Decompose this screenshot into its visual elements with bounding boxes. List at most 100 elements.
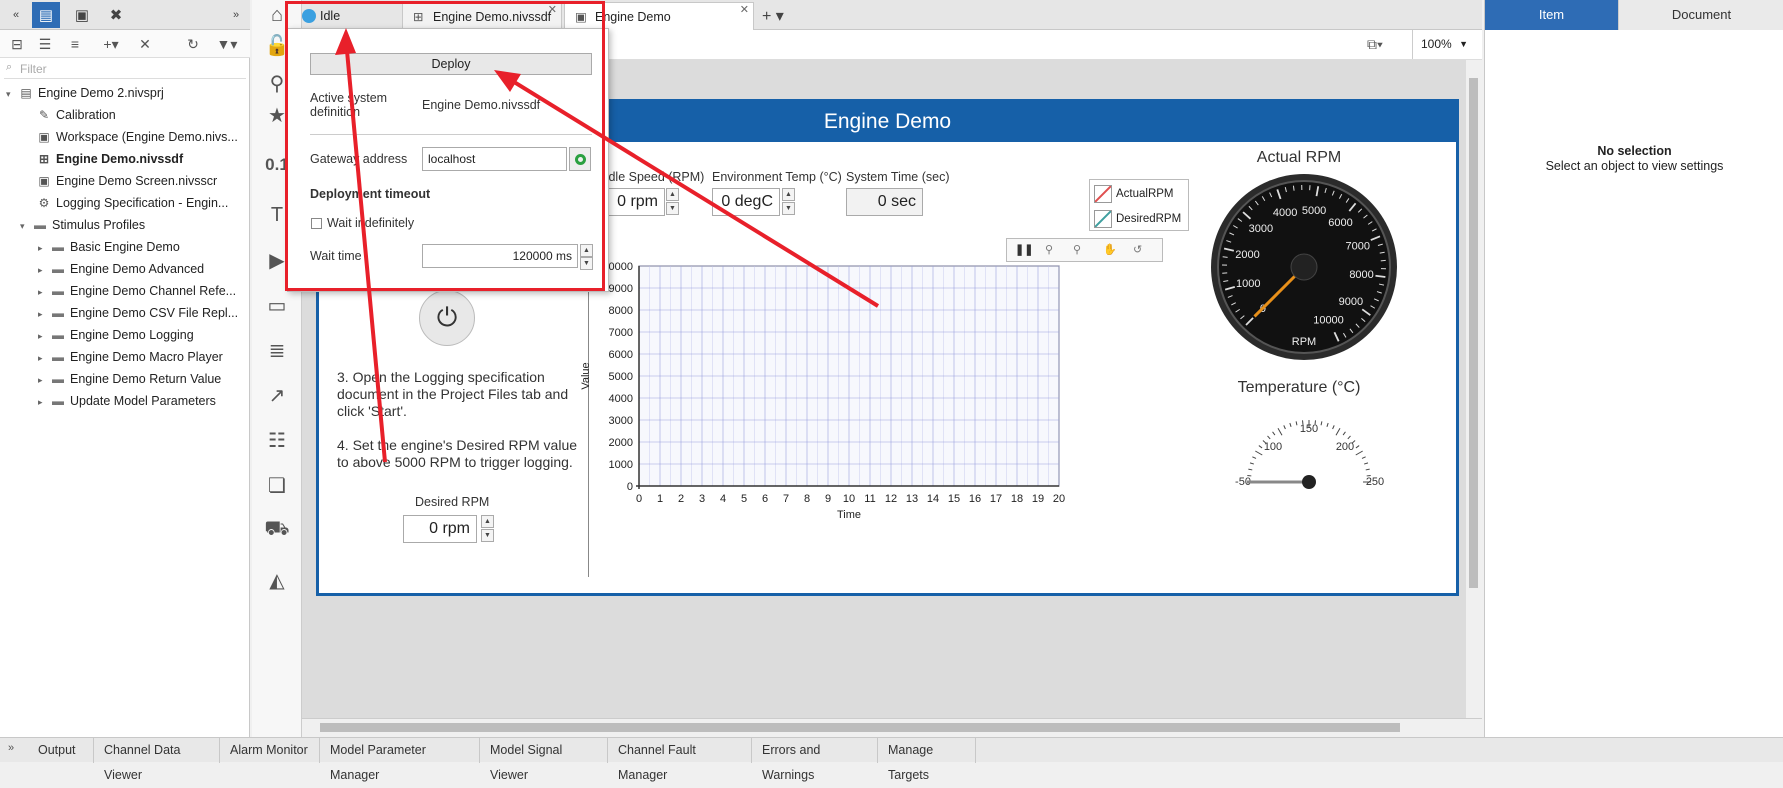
zoom-xy-icon[interactable]: ⚲ (1073, 243, 1081, 256)
tree-item[interactable]: ▸▬Engine Demo Channel Refe... (38, 280, 236, 302)
temp-tick (1296, 421, 1297, 425)
expander-icon[interactable]: ▾ (20, 215, 32, 237)
bottom-tab[interactable]: Output (28, 738, 94, 763)
layout-dropdown-icon[interactable]: ⧉▾ (1367, 36, 1383, 53)
container-control-icon[interactable]: ❏ (260, 470, 294, 500)
tree-item[interactable]: ▸▬Engine Demo Logging (38, 324, 194, 346)
tree-item[interactable]: ▸▬ Engine Demo CSV File Repl... (38, 302, 238, 324)
bottom-tab[interactable]: Errors and Warnings (752, 738, 878, 763)
expander-icon[interactable]: ▸ (38, 391, 50, 413)
bottom-tab[interactable]: Channel Data Viewer (94, 738, 220, 763)
tree-item[interactable]: ▸▬Engine Demo Advanced (38, 258, 204, 280)
bottom-tab[interactable]: Channel Fault Manager (608, 738, 752, 763)
horizontal-scroll-thumb[interactable] (320, 723, 1400, 732)
tab-item[interactable]: Item (1485, 0, 1618, 30)
pan-icon[interactable]: ✋ (1103, 243, 1117, 256)
tree-item-label: Basic Engine Demo (70, 240, 180, 254)
idle-speed-input[interactable]: 0 rpm (603, 188, 665, 216)
list-view-icon[interactable]: ☰ (34, 34, 56, 54)
x-tick-label: 9 (825, 493, 831, 505)
save-icon[interactable]: ⊟ (6, 34, 28, 54)
shapes-control-icon[interactable]: ◭ (260, 565, 294, 595)
bottom-tab[interactable]: Manage Targets (878, 738, 976, 763)
desired-rpm-up[interactable]: ▲ (481, 515, 494, 528)
expander-icon[interactable]: ▸ (38, 281, 50, 303)
idle-speed-up[interactable]: ▲ (666, 188, 679, 201)
rpm-chart: 0123456789101112131415161718192001000200… (569, 262, 1099, 552)
bottom-tab[interactable]: Alarm Monitor (220, 738, 320, 763)
add-dropdown-icon[interactable]: +▾ (96, 34, 126, 54)
env-temp-label: Environment Temp (°C) (712, 170, 842, 184)
desired-rpm-input[interactable]: 0 rpm (403, 515, 477, 543)
delete-icon[interactable]: ✕ (134, 34, 156, 54)
project-files-tab-icon[interactable]: ▤ (32, 2, 60, 28)
horizontal-scrollbar[interactable] (302, 718, 1482, 735)
env-temp-input[interactable]: 0 degC (712, 188, 780, 216)
bottom-tab[interactable]: Model Parameter Manager (320, 738, 480, 763)
list-options-icon[interactable]: ≡ (64, 34, 86, 54)
tools-tab-icon[interactable]: ✖ (102, 2, 130, 28)
x-tick-label: 20 (1053, 493, 1065, 505)
tree-item[interactable]: ▸▬Engine Demo Macro Player (38, 346, 223, 368)
gauge-tick-label: 8000 (1349, 269, 1373, 281)
x-tick-label: 6 (762, 493, 768, 505)
temp-tick (1366, 469, 1370, 470)
search-icon: ⌕ (6, 61, 12, 74)
tree-item[interactable]: ▣Workspace (Engine Demo.nivs... (24, 126, 238, 148)
zoom-select[interactable]: 100%▼ (1412, 30, 1472, 59)
env-temp-down[interactable]: ▼ (782, 202, 795, 215)
tab-document[interactable]: Document (1618, 0, 1783, 30)
power-button[interactable]: ⏻ (419, 290, 475, 346)
tree-item[interactable]: ▸▬Basic Engine Demo (38, 236, 180, 258)
x-tick-label: 5 (741, 493, 747, 505)
bottom-tab[interactable]: Model Signal Viewer (480, 738, 608, 763)
idle-speed-down[interactable]: ▼ (666, 202, 679, 215)
text-edit-control-icon[interactable]: ≣ (260, 335, 294, 365)
zoom-icon[interactable]: ⚲ (1045, 243, 1053, 256)
x-axis-label: Time (837, 509, 861, 521)
collapse-panel-icon[interactable]: « (2, 2, 30, 28)
pause-icon[interactable]: ❚❚ (1015, 243, 1033, 256)
expand-bottom-icon[interactable]: » (8, 742, 14, 754)
tree-item[interactable]: ⊞Engine Demo.nivssdf (24, 148, 183, 170)
expand-panel-icon[interactable]: » (222, 2, 250, 28)
reset-icon[interactable]: ↺ (1133, 243, 1142, 256)
expander-icon[interactable]: ▸ (38, 347, 50, 369)
tree-item[interactable]: ✎Calibration (24, 104, 116, 126)
expander-icon[interactable]: ▸ (38, 259, 50, 281)
chart-legend: ActualRPMDesiredRPM (1089, 179, 1189, 231)
temperature-gauge[interactable]: -50100150200250 (1229, 402, 1389, 502)
env-temp-up[interactable]: ▲ (782, 188, 795, 201)
table-control-icon[interactable]: ☷ (260, 425, 294, 455)
expander-icon[interactable]: ▸ (38, 369, 50, 391)
graph-control-icon[interactable]: ↗ (260, 380, 294, 410)
legend-entry: DesiredRPM (1094, 209, 1181, 229)
screen-tab-icon[interactable]: ▣ (68, 2, 96, 28)
gauge-tick (1293, 186, 1294, 191)
tree-item-label: Engine Demo CSV File Repl... (70, 306, 238, 320)
item-icon: ✎ (36, 104, 52, 126)
tree-item[interactable]: ⚙Logging Specification - Engin... (24, 192, 228, 214)
tree-item[interactable]: ▸▬Update Model Parameters (38, 390, 216, 412)
filter-input[interactable]: Filter (4, 59, 246, 79)
add-tab-icon[interactable]: + ▾ (762, 6, 784, 26)
expander-icon[interactable]: ▸ (38, 237, 50, 259)
x-tick-label: 10 (843, 493, 855, 505)
tree-item[interactable]: ▣Engine Demo Screen.nivsscr (24, 170, 217, 192)
desired-rpm-down[interactable]: ▼ (481, 529, 494, 542)
vertical-scroll-thumb[interactable] (1469, 78, 1478, 588)
expander-icon[interactable]: ▾ (6, 83, 18, 105)
expander-icon[interactable]: ▸ (38, 303, 50, 325)
item-icon: ▬ (50, 390, 66, 412)
tree-item[interactable]: ▾▬Stimulus Profiles (20, 214, 145, 236)
close-tab-icon[interactable]: ✕ (740, 0, 749, 24)
dropdown-control-icon[interactable]: ▭ (260, 290, 294, 320)
expander-icon[interactable]: ▸ (38, 325, 50, 347)
vertical-scrollbar[interactable] (1466, 60, 1482, 718)
tree-item[interactable]: ▾▤Engine Demo 2.nivsprj (6, 82, 164, 104)
refresh-icon[interactable]: ↻ (182, 34, 204, 54)
item-icon: ▬ (50, 302, 66, 324)
vehicle-control-icon[interactable]: ⛟ (260, 515, 294, 545)
filter-dropdown-icon[interactable]: ▼▾ (212, 34, 242, 54)
tree-item[interactable]: ▸▬Engine Demo Return Value (38, 368, 221, 390)
